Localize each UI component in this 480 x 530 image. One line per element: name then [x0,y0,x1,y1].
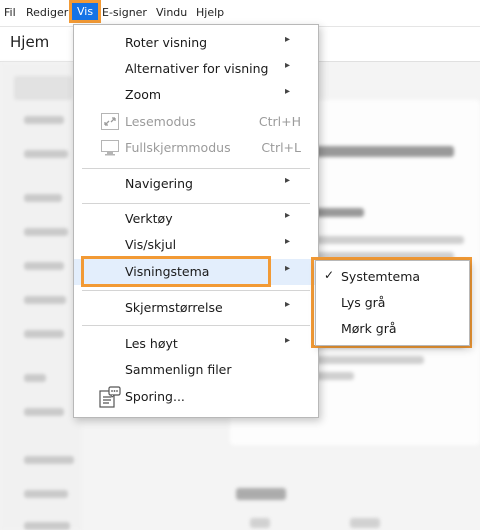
submenu-arrow-icon: ▸ [284,60,290,71]
submenu-arrow-icon: ▸ [284,175,290,186]
read-mode-icon [101,113,119,130]
menu-file[interactable]: Fil [4,6,16,19]
menu-item-tools[interactable]: Verktøy ▸ [74,206,318,232]
section-heading-background [230,470,480,530]
submenu-arrow-icon: ▸ [284,335,290,346]
menu-help[interactable]: Hjelp [196,6,224,19]
theme-option-light-gray[interactable]: Lys grå [316,290,469,316]
menu-item-full-screen[interactable]: Fullskjermmodus Ctrl+L [74,135,318,161]
menu-item-rotate-view[interactable]: Roter visning ▸ [74,30,318,56]
menu-item-tracker[interactable]: Sporing... [74,384,318,410]
menu-item-read-aloud[interactable]: Les høyt ▸ [74,331,318,357]
submenu-arrow-icon: ▸ [284,236,290,247]
theme-submenu: ✓ Systemtema Lys grå Mørk grå [315,260,470,346]
submenu-arrow-icon: ▸ [284,210,290,221]
menu-edit[interactable]: Rediger [26,6,68,19]
menu-item-navigation[interactable]: Navigering ▸ [74,171,318,197]
left-pane-background [0,62,82,530]
theme-option-dark-gray[interactable]: Mørk grå [316,316,469,342]
menu-item-read-mode[interactable]: Lesemodus Ctrl+H [74,109,318,135]
submenu-arrow-icon: ▸ [284,263,290,274]
menu-item-view-options[interactable]: Alternativer for visning ▸ [74,56,318,82]
submenu-arrow-icon: ▸ [284,299,290,310]
menu-separator [82,203,310,204]
menu-item-show-hide[interactable]: Vis/skjul ▸ [74,232,318,258]
shortcut-text: Ctrl+H [258,114,301,129]
menu-item-zoom[interactable]: Zoom ▸ [74,82,318,108]
tracker-icon [99,386,121,408]
shortcut-text: Ctrl+L [261,140,301,155]
menu-item-screen-size[interactable]: Skjermstørrelse ▸ [74,295,318,321]
menu-window[interactable]: Vindu [156,6,187,19]
view-menu: Roter visning ▸ Alternativer for visning… [73,24,319,418]
menu-esign[interactable]: E-signer [102,6,147,19]
menu-view[interactable]: Vis [68,0,102,23]
menu-separator [82,290,310,291]
menu-bar: Fil Rediger Vis E-signer Vindu Hjelp [0,0,480,27]
view-theme-highlight-outline [81,256,271,287]
menu-separator [82,325,310,326]
full-screen-icon [101,139,119,156]
submenu-arrow-icon: ▸ [284,34,290,45]
menu-separator [82,168,310,169]
check-icon: ✓ [324,268,335,282]
tab-home[interactable]: Hjem [10,33,49,51]
menu-item-compare-files[interactable]: Sammenlign filer [74,357,318,383]
theme-option-system[interactable]: ✓ Systemtema [316,264,469,290]
submenu-arrow-icon: ▸ [284,86,290,97]
